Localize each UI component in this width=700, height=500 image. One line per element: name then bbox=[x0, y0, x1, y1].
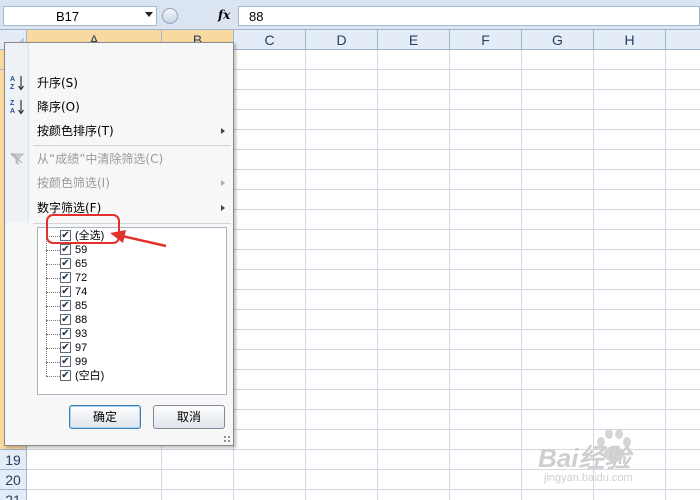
submenu-arrow-icon bbox=[221, 205, 225, 211]
tree-connector bbox=[46, 264, 60, 265]
checkbox-checked-icon[interactable]: ✔ bbox=[60, 370, 71, 381]
formula-bar: B17 fx 88 bbox=[0, 0, 700, 30]
sort-descending-icon: Z A bbox=[9, 98, 25, 116]
cancel-button[interactable]: 取消 bbox=[153, 405, 225, 429]
list-item-label: 85 bbox=[75, 300, 88, 312]
list-item-label: (空白) bbox=[75, 370, 105, 382]
tree-connector bbox=[46, 320, 60, 321]
tree-connector bbox=[46, 334, 60, 335]
svg-text:A: A bbox=[10, 76, 15, 83]
formula-tools: fx bbox=[160, 6, 236, 26]
row-header-19[interactable]: 19 bbox=[0, 450, 27, 470]
filter-value-list[interactable]: ✔ (全选) ✔ 59 ✔ 65 ✔ 72 ✔ 74 ✔ 85 ✔ 88 ✔ 9… bbox=[37, 227, 227, 395]
list-item[interactable]: ✔ 88 bbox=[38, 313, 224, 327]
menu-item-sort-by-color[interactable]: 按颜色排序(T) bbox=[5, 119, 233, 143]
gridline bbox=[449, 50, 450, 500]
menu-separator bbox=[33, 145, 231, 146]
menu-item-label: 升序(S) bbox=[37, 76, 78, 90]
insert-function-icon[interactable]: fx bbox=[218, 8, 230, 22]
cell-reference: B17 bbox=[56, 9, 80, 24]
submenu-arrow-icon bbox=[221, 180, 225, 186]
list-item[interactable]: ✔ 72 bbox=[38, 271, 224, 285]
column-header-i[interactable] bbox=[666, 30, 700, 50]
list-item-label: 65 bbox=[75, 258, 88, 270]
list-item-label: 72 bbox=[75, 272, 88, 284]
tree-connector bbox=[46, 362, 60, 363]
autofilter-panel: A Z 升序(S) Z A 降序(O) 按颜色排序(T) 从“成绩”中清除筛选(… bbox=[4, 42, 234, 446]
gridline bbox=[521, 50, 522, 500]
svg-text:Z: Z bbox=[10, 84, 15, 91]
formula-input[interactable]: 88 bbox=[238, 6, 700, 26]
menu-item-label: 按颜色筛选(I) bbox=[37, 176, 110, 190]
checkbox-checked-icon[interactable]: ✔ bbox=[60, 244, 71, 255]
submenu-arrow-icon bbox=[221, 128, 225, 134]
gridline bbox=[377, 50, 378, 500]
menu-item-clear-filter: 从“成绩”中清除筛选(C) bbox=[5, 147, 233, 171]
menu-item-sort-ascending[interactable]: A Z 升序(S) bbox=[5, 71, 233, 95]
checkbox-checked-icon[interactable]: ✔ bbox=[60, 342, 71, 353]
column-header-f[interactable]: F bbox=[450, 30, 522, 50]
ok-button[interactable]: 确定 bbox=[69, 405, 141, 429]
tree-connector bbox=[46, 250, 60, 251]
svg-text:Z: Z bbox=[10, 100, 15, 107]
list-item-label: 97 bbox=[75, 342, 88, 354]
list-item-label: 74 bbox=[75, 286, 88, 298]
menu-item-label: 从“成绩”中清除筛选(C) bbox=[37, 152, 164, 166]
sort-ascending-glyph: A Z bbox=[10, 76, 24, 91]
list-item[interactable]: ✔ 59 bbox=[38, 243, 224, 257]
column-header-h[interactable]: H bbox=[594, 30, 666, 50]
menu-item-filter-by-color: 按颜色筛选(I) bbox=[5, 171, 233, 195]
list-item-blank[interactable]: ✔ (空白) bbox=[38, 369, 224, 383]
list-item-label: 88 bbox=[75, 314, 88, 326]
sort-ascending-icon: A Z bbox=[9, 74, 25, 92]
name-box[interactable]: B17 bbox=[3, 6, 157, 26]
splitter-handle[interactable] bbox=[162, 8, 178, 24]
list-item-label: 99 bbox=[75, 356, 88, 368]
sort-descending-glyph: Z A bbox=[10, 100, 24, 115]
list-item-label: 93 bbox=[75, 328, 88, 340]
tree-connector bbox=[46, 376, 60, 377]
chevron-down-icon[interactable] bbox=[145, 12, 153, 17]
list-item[interactable]: ✔ 74 bbox=[38, 285, 224, 299]
tree-connector bbox=[46, 348, 60, 349]
list-item[interactable]: ✔ 99 bbox=[38, 355, 224, 369]
checkbox-checked-icon[interactable]: ✔ bbox=[60, 286, 71, 297]
gridline bbox=[305, 50, 306, 500]
clear-filter-glyph bbox=[10, 152, 24, 165]
row-header-21[interactable]: 21 bbox=[0, 490, 27, 500]
checkbox-checked-icon[interactable]: ✔ bbox=[60, 272, 71, 283]
column-header-c[interactable]: C bbox=[234, 30, 306, 50]
annotation-highlight-box bbox=[46, 214, 120, 244]
list-item[interactable]: ✔ 85 bbox=[38, 299, 224, 313]
row-header-20[interactable]: 20 bbox=[0, 470, 27, 490]
checkbox-checked-icon[interactable]: ✔ bbox=[60, 356, 71, 367]
checkbox-checked-icon[interactable]: ✔ bbox=[60, 258, 71, 269]
checkbox-checked-icon[interactable]: ✔ bbox=[60, 314, 71, 325]
menu-item-label: 按颜色排序(T) bbox=[37, 124, 114, 138]
list-item-label: 59 bbox=[75, 244, 88, 256]
menu-item-number-filters[interactable]: 数字筛选(F) bbox=[5, 196, 233, 220]
watermark-brand: Bai经验 bbox=[538, 443, 631, 473]
column-header-e[interactable]: E bbox=[378, 30, 450, 50]
column-header-g[interactable]: G bbox=[522, 30, 594, 50]
tree-connector bbox=[46, 278, 60, 279]
checkbox-checked-icon[interactable]: ✔ bbox=[60, 328, 71, 339]
svg-text:A: A bbox=[10, 108, 15, 115]
list-item[interactable]: ✔ 97 bbox=[38, 341, 224, 355]
watermark-site: jingyan.baidu.com bbox=[544, 472, 633, 484]
menu-item-label: 降序(O) bbox=[37, 100, 80, 114]
list-item[interactable]: ✔ 65 bbox=[38, 257, 224, 271]
tree-connector bbox=[46, 306, 60, 307]
menu-item-sort-descending[interactable]: Z A 降序(O) bbox=[5, 95, 233, 119]
column-header-d[interactable]: D bbox=[306, 30, 378, 50]
checkbox-checked-icon[interactable]: ✔ bbox=[60, 300, 71, 311]
formula-value: 88 bbox=[249, 9, 264, 24]
menu-item-label: 数字筛选(F) bbox=[37, 201, 102, 215]
resize-grip-icon[interactable] bbox=[223, 435, 231, 443]
tree-connector bbox=[46, 292, 60, 293]
clear-filter-icon bbox=[9, 150, 25, 168]
watermark: Bai经验 jingyan.baidu.com bbox=[538, 420, 698, 498]
list-item[interactable]: ✔ 93 bbox=[38, 327, 224, 341]
